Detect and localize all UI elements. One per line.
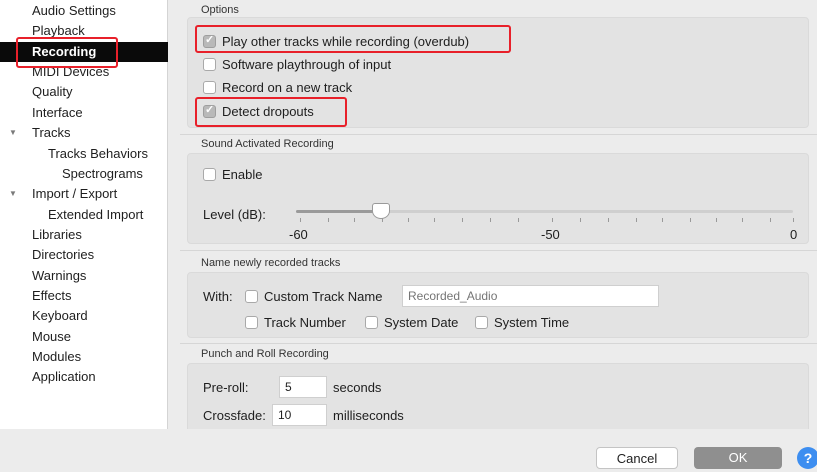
sidebar-item-modules[interactable]: Modules [32,347,81,367]
system-time-checkbox[interactable] [475,316,488,329]
tick-label-0: 0 [790,227,798,242]
sound-activated-group [187,153,809,244]
sidebar-item-extended-import[interactable]: Extended Import [48,205,143,225]
slider-tick-mark [608,218,609,222]
slider-tick-mark [382,218,383,222]
slider-tick-mark [690,218,691,222]
custom-track-name-checkbox[interactable] [245,290,258,303]
sound-activated-title: Sound Activated Recording [201,138,334,150]
ok-button[interactable]: OK [694,447,782,469]
punch-roll-title: Punch and Roll Recording [201,348,329,360]
slider-tick-mark [662,218,663,222]
help-button[interactable]: ? [797,447,817,469]
sidebar-item-warnings[interactable]: Warnings [32,266,86,286]
preroll-input[interactable] [279,376,327,398]
custom-track-name-label: Custom Track Name [264,289,383,304]
sidebar-item-audio-settings[interactable]: Audio Settings [32,1,116,21]
level-slider-thumb[interactable] [372,203,390,219]
slider-tick-mark [793,218,794,222]
slider-tick-mark [580,218,581,222]
section-divider [180,250,817,251]
section-divider [180,343,817,344]
sidebar-item-interface[interactable]: Interface [32,103,83,123]
preroll-unit: seconds [333,380,382,395]
slider-tick-mark [328,218,329,222]
slider-tick-mark [770,218,771,222]
sidebar-item-import-export[interactable]: Import / Export [32,184,117,204]
slider-tick-mark [636,218,637,222]
new-track-checkbox[interactable] [203,81,216,94]
slider-tick-mark [552,218,553,222]
sidebar-item-application[interactable]: Application [32,367,96,387]
sidebar-item-directories[interactable]: Directories [32,245,94,265]
sidebar-item-tracks[interactable]: Tracks [32,123,71,143]
disclosure-triangle-icon[interactable]: ▼ [9,189,17,198]
sidebar-item-tracks-behaviors[interactable]: Tracks Behaviors [48,144,148,164]
enable-label: Enable [222,167,263,182]
sidebar-item-effects[interactable]: Effects [32,286,72,306]
custom-track-name-field[interactable] [402,285,659,307]
new-track-label: Record on a new track [222,80,353,95]
sidebar-item-mouse[interactable]: Mouse [32,327,71,347]
sidebar-item-keyboard[interactable]: Keyboard [32,306,88,326]
slider-tick-mark [490,218,491,222]
slider-tick-mark [462,218,463,222]
track-number-label: Track Number [264,315,346,330]
track-number-checkbox[interactable] [245,316,258,329]
slider-tick-mark [300,218,301,222]
level-slider-fill [296,210,381,213]
level-label: Level (dB): [203,207,266,222]
system-time-label: System Time [494,315,570,330]
slider-tick-mark [434,218,435,222]
crossfade-input[interactable] [272,404,327,426]
overdub-highlight-box [195,25,511,53]
system-date-label: System Date [384,315,459,330]
recording-highlight-box [16,37,118,68]
crossfade-label: Crossfade: [203,408,266,423]
sound-activated-enable-checkbox[interactable] [203,168,216,181]
playthrough-checkbox[interactable] [203,58,216,71]
preroll-label: Pre-roll: [203,380,249,395]
slider-tick-mark [518,218,519,222]
slider-tick-mark [408,218,409,222]
naming-group-title: Name newly recorded tracks [201,257,341,269]
system-date-checkbox[interactable] [365,316,378,329]
slider-tick-mark [354,218,355,222]
sidebar-item-quality[interactable]: Quality [32,82,72,102]
section-divider [180,134,817,135]
slider-tick-mark [716,218,717,222]
sidebar-item-libraries[interactable]: Libraries [32,225,82,245]
tick-label-minus-60: -60 [289,227,308,242]
disclosure-triangle-icon[interactable]: ▼ [9,128,17,137]
options-group-title: Options [201,4,239,16]
sidebar-item-spectrograms[interactable]: Spectrograms [62,164,143,184]
with-label: With: [203,289,233,304]
playthrough-label: Software playthrough of input [222,57,392,72]
crossfade-unit: milliseconds [333,408,404,423]
tick-label-minus-50: -50 [541,227,560,242]
cancel-button[interactable]: Cancel [596,447,678,469]
slider-tick-mark [742,218,743,222]
dropouts-highlight-box [195,97,347,127]
